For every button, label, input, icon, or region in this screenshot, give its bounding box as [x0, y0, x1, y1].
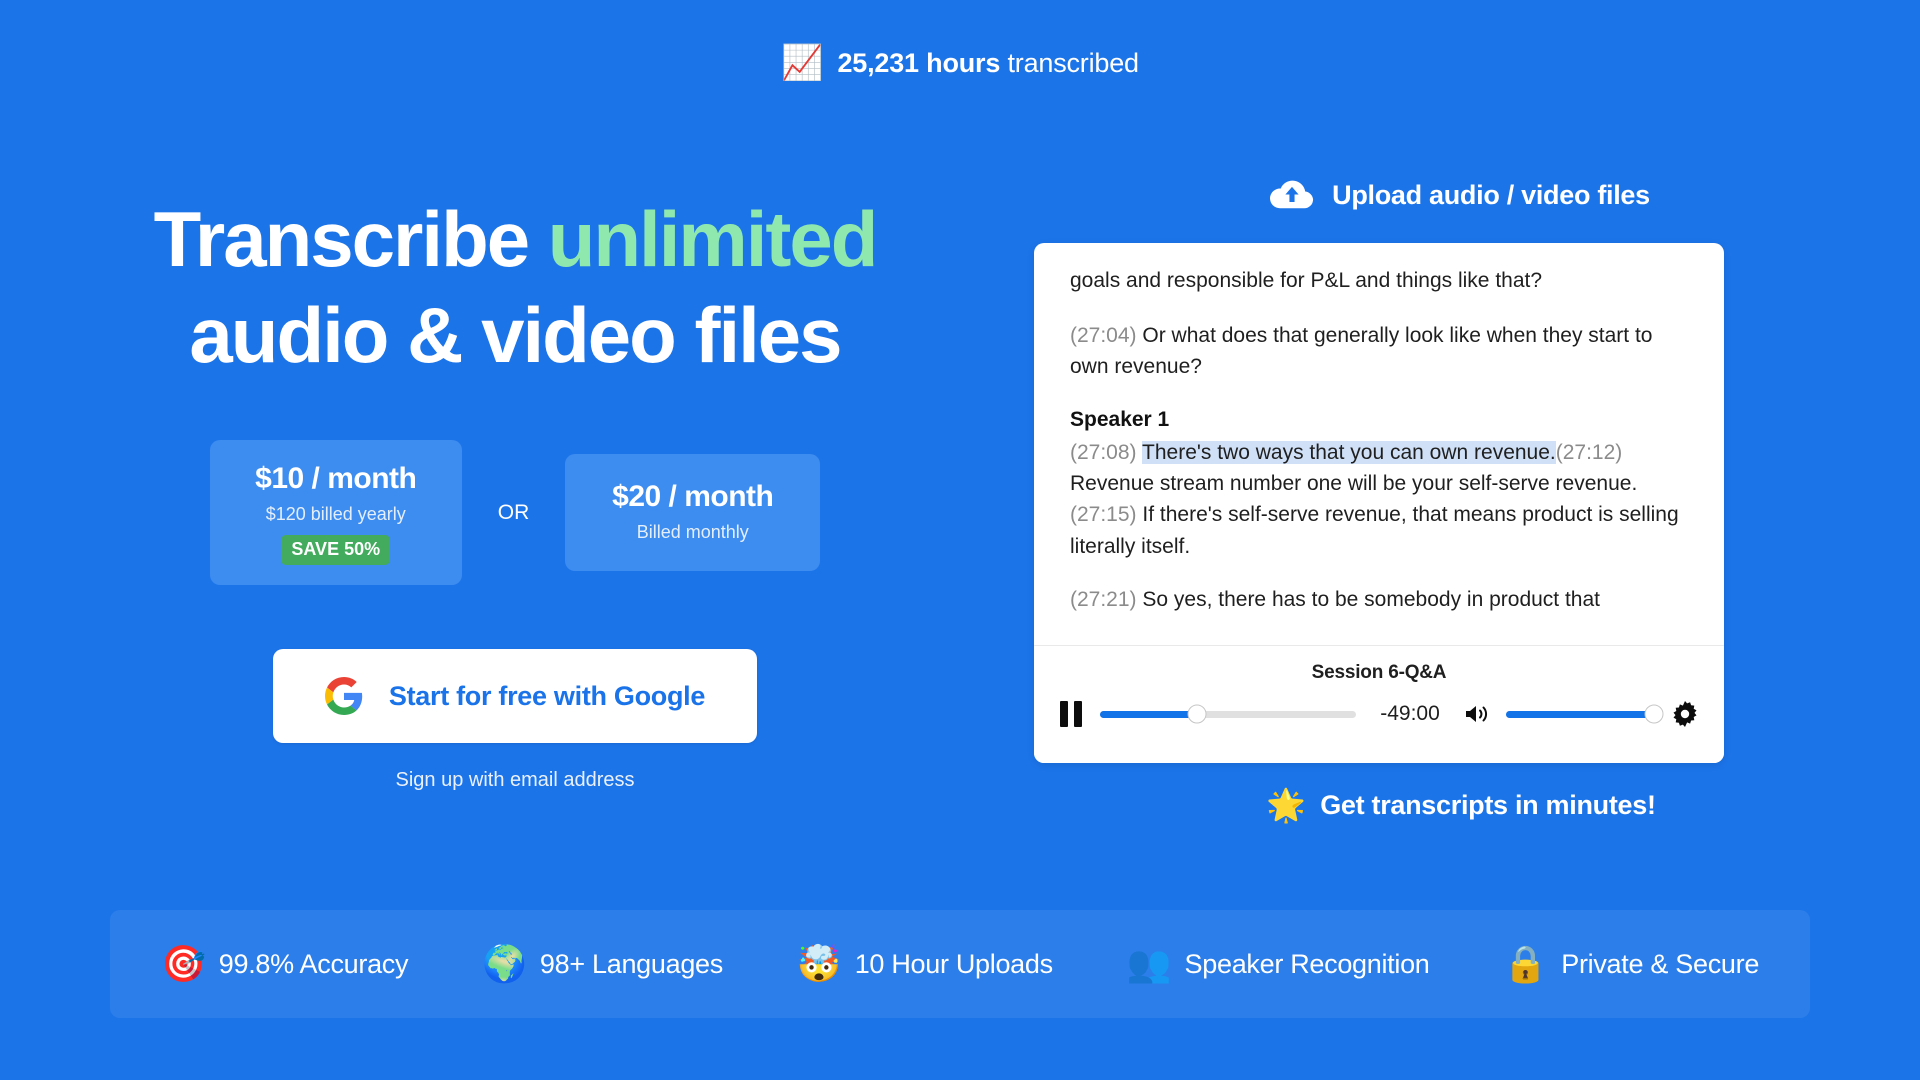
- status-badge: SAVE 50%: [281, 535, 391, 565]
- monthly-price-sub: Billed monthly: [636, 522, 749, 542]
- upload-cloud-icon: [1270, 178, 1314, 212]
- landing-page: 📈 25,231 hours transcribed Transcribe un…: [0, 0, 1920, 1080]
- lock-icon: 🔒: [1503, 943, 1549, 984]
- transcript-inline-text: If there's self-serve revenue, that mean…: [1070, 503, 1679, 558]
- transcript-timestamp[interactable]: (27:15): [1070, 503, 1137, 526]
- transcript-paragraph: (27:21) So yes, there has to be somebody…: [1070, 584, 1690, 615]
- transcript-timestamp[interactable]: (27:21): [1070, 588, 1137, 611]
- transcript-speaker-block: Speaker 1 (27:08) There's two ways that …: [1070, 404, 1690, 561]
- volume-fill: [1506, 710, 1654, 718]
- headline-accent: unlimited: [547, 195, 879, 283]
- time-remaining: -49:00: [1380, 702, 1440, 725]
- pricing-row: $10 / month $120 billed yearly SAVE 50% …: [0, 440, 1030, 585]
- audio-player: Session 6-Q&A -49:00: [1034, 645, 1724, 763]
- seek-progress-fill: [1100, 710, 1198, 718]
- feature-item-accuracy: 🎯 99.8% Accuracy: [160, 943, 409, 984]
- yearly-price-sub: $120 billed yearly: [265, 504, 406, 524]
- upload-files-row[interactable]: Upload audio / video files: [1000, 178, 1920, 212]
- feature-label: 98+ Languages: [539, 948, 723, 979]
- page-title: Transcribe unlimited audio & video files: [0, 200, 1030, 374]
- volume-slider[interactable]: [1506, 704, 1664, 724]
- transcript-line-1: Or what does that generally look like wh…: [1070, 324, 1653, 379]
- hero-left-column: Transcribe unlimited audio & video files…: [0, 200, 1030, 792]
- chart-increasing-icon: 📈: [781, 44, 824, 82]
- player-track-title: Session 6-Q&A: [1311, 662, 1447, 683]
- transcript-timestamp[interactable]: (27:08): [1070, 441, 1137, 464]
- transcript-last-line: So yes, there has to be somebody in prod…: [1136, 587, 1600, 611]
- pricing-separator: OR: [497, 500, 530, 524]
- upload-files-label: Upload audio / video files: [1332, 179, 1650, 210]
- hours-transcribed-banner: 📈 25,231 hours transcribed: [0, 46, 1920, 80]
- pause-icon[interactable]: [1060, 701, 1086, 727]
- transcript-text-area[interactable]: goals and responsible for P&L and things…: [1034, 243, 1724, 643]
- google-signup-label: Start for free with Google: [388, 680, 706, 711]
- price-card-monthly[interactable]: $20 / month Billed monthly: [565, 454, 821, 571]
- yearly-price-amount: $10 / month: [255, 462, 417, 495]
- feature-item-private-secure: 🔒 Private & Secure: [1503, 946, 1759, 982]
- dart-target-icon: 🎯: [160, 943, 206, 984]
- hours-count: 25,231 hours: [837, 47, 1001, 78]
- busts-silhouette-icon: 👥: [1126, 943, 1172, 984]
- monthly-price-amount: $20 / month: [612, 480, 774, 513]
- price-card-yearly[interactable]: $10 / month $120 billed yearly SAVE 50%: [209, 440, 462, 585]
- player-controls-row: -49:00: [1060, 684, 1698, 727]
- feature-label: 99.8% Accuracy: [218, 948, 409, 979]
- seek-handle[interactable]: [1187, 704, 1207, 724]
- transcript-line-0: goals and responsible for P&L and things…: [1070, 269, 1543, 292]
- mind-blown-icon: 🤯: [796, 943, 842, 984]
- tagline-row: 🌟 Get transcripts in minutes!: [1002, 789, 1920, 821]
- transcript-paragraph: goals and responsible for P&L and things…: [1070, 265, 1690, 296]
- transcript-text-after-highlight: Revenue stream number one will be your s…: [1070, 472, 1638, 496]
- feature-label: 10 Hour Uploads: [854, 948, 1053, 979]
- transcript-speaker-text: (27:08) There's two ways that you can ow…: [1070, 437, 1690, 561]
- transcript-timestamp[interactable]: (27:12): [1556, 441, 1623, 464]
- highlighted-sentence: There's two ways that you can own revenu…: [1142, 441, 1556, 465]
- gear-icon[interactable]: [1672, 701, 1698, 727]
- hours-suffix: transcribed: [1000, 47, 1139, 78]
- transcript-player-card: goals and responsible for P&L and things…: [1034, 243, 1724, 763]
- headline-line-2: audio & video files: [189, 291, 842, 379]
- volume-high-icon[interactable]: [1464, 702, 1492, 726]
- feature-item-uploads: 🤯 10 Hour Uploads: [797, 946, 1053, 982]
- globe-icon: 🌍: [482, 943, 527, 984]
- feature-label: Speaker Recognition: [1184, 948, 1430, 979]
- email-signup-link[interactable]: Sign up with email address: [0, 769, 1030, 792]
- feature-label: Private & Secure: [1561, 948, 1760, 979]
- feature-bar: 🎯 99.8% Accuracy 🌍 98+ Languages 🤯 10 Ho…: [110, 910, 1810, 1018]
- transcript-paragraph: (27:04) Or what does that generally look…: [1070, 320, 1690, 382]
- transcript-timestamp[interactable]: (27:04): [1070, 324, 1137, 347]
- google-g-icon: [324, 677, 363, 715]
- hours-transcribed-text: 25,231 hours transcribed: [837, 47, 1139, 79]
- volume-handle[interactable]: [1644, 704, 1664, 724]
- speaker-label: Speaker 1: [1070, 408, 1170, 432]
- google-signup-button[interactable]: Start for free with Google: [273, 649, 757, 743]
- feature-item-languages: 🌍 98+ Languages: [482, 946, 723, 982]
- seek-slider[interactable]: [1100, 704, 1356, 724]
- tagline-text: Get transcripts in minutes!: [1320, 789, 1656, 820]
- glowing-star-icon: 🌟: [1266, 787, 1307, 823]
- hero-right-column: Upload audio / video files goals and res…: [1030, 178, 1920, 821]
- headline-part-1: Transcribe: [153, 195, 548, 283]
- feature-item-speaker-recognition: 👥 Speaker Recognition: [1127, 946, 1430, 982]
